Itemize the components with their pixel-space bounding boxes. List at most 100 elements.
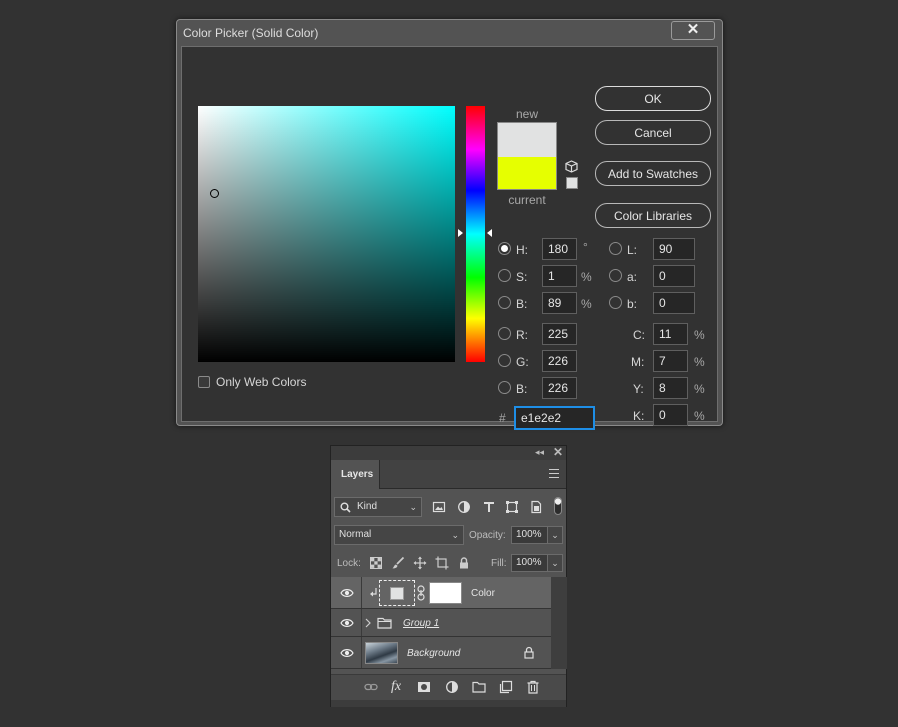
k-input[interactable]: 0: [653, 404, 688, 426]
s-radio[interactable]: [498, 269, 511, 282]
fill-input[interactable]: 100%: [511, 554, 549, 572]
a-radio[interactable]: [609, 269, 622, 282]
g-label: G:: [516, 355, 529, 369]
chevron-down-icon: ⌄: [409, 502, 417, 512]
lock-artboard-icon[interactable]: [435, 556, 449, 570]
lock-all-icon[interactable]: [457, 556, 471, 570]
layer-name[interactable]: Group 1: [403, 618, 439, 629]
layer-row-group-1[interactable]: Group 1: [331, 609, 551, 637]
layer-name[interactable]: Background: [407, 648, 460, 659]
l-input[interactable]: 90: [653, 238, 695, 260]
filter-toggle-icon[interactable]: [553, 496, 563, 516]
k-label: K:: [633, 409, 645, 423]
opacity-chevron-down-icon[interactable]: ⌄: [547, 526, 563, 544]
h-label: H:: [516, 243, 528, 257]
websafe-color-swatch[interactable]: [566, 177, 578, 189]
g-input[interactable]: 226: [542, 350, 577, 372]
ok-button[interactable]: OK: [595, 86, 711, 111]
link-layers-icon[interactable]: [364, 680, 378, 694]
m-input[interactable]: 7: [653, 350, 688, 372]
hue-slider[interactable]: [466, 106, 485, 362]
only-web-colors-label: Only Web Colors: [216, 375, 307, 389]
hue-slider-left-arrow-icon[interactable]: [458, 229, 463, 237]
layer-list-scrollbar[interactable]: [551, 577, 567, 669]
visibility-eye-icon[interactable]: [340, 588, 354, 598]
filter-kind-value: Kind: [357, 501, 378, 512]
h-radio[interactable]: [498, 242, 511, 255]
opacity-input[interactable]: 100%: [511, 526, 549, 544]
g-radio[interactable]: [498, 354, 511, 367]
cancel-button[interactable]: Cancel: [595, 120, 711, 145]
smart-object-filter-icon[interactable]: [529, 500, 543, 514]
r-radio[interactable]: [498, 327, 511, 340]
search-icon: [340, 502, 351, 513]
y-input[interactable]: 8: [653, 377, 688, 399]
blue-radio[interactable]: [498, 381, 511, 394]
a-input[interactable]: 0: [653, 265, 695, 287]
panel-resize-grip[interactable]: [331, 700, 566, 707]
color-field-marker[interactable]: [210, 189, 219, 198]
r-input[interactable]: 225: [542, 323, 577, 345]
fx-icon[interactable]: fx: [391, 679, 409, 694]
l-radio[interactable]: [609, 242, 622, 255]
type-filter-icon[interactable]: [482, 500, 496, 514]
layer-mask-thumbnail[interactable]: [429, 582, 462, 604]
layer-row-background[interactable]: Background: [331, 637, 551, 669]
hex-input[interactable]: e1e2e2: [515, 407, 594, 429]
add-mask-icon[interactable]: [417, 680, 431, 694]
b-unit: %: [581, 297, 592, 311]
blue-input[interactable]: 226: [542, 377, 577, 399]
delete-layer-icon[interactable]: [526, 680, 540, 694]
k-unit: %: [694, 409, 705, 423]
out-of-web-gamut-cube-icon[interactable]: [565, 160, 578, 173]
lab-b-input[interactable]: 0: [653, 292, 695, 314]
layer-name[interactable]: Color: [471, 588, 495, 599]
filter-kind-dropdown[interactable]: Kind ⌄: [334, 497, 422, 517]
fill-chevron-down-icon[interactable]: ⌄: [547, 554, 563, 572]
swatch-current-label: current: [508, 193, 546, 207]
blend-mode-dropdown[interactable]: Normal ⌄: [334, 525, 464, 545]
visibility-eye-icon[interactable]: [340, 618, 354, 628]
chain-link-icon[interactable]: [417, 585, 425, 601]
m-label: M:: [631, 355, 645, 369]
only-web-colors-option[interactable]: Only Web Colors: [198, 375, 306, 389]
color-libraries-button[interactable]: Color Libraries: [595, 203, 711, 228]
close-panel-icon[interactable]: ✕: [553, 445, 563, 459]
lock-icon: [524, 646, 534, 659]
hue-slider-right-arrow-icon[interactable]: [487, 229, 492, 237]
background-thumbnail[interactable]: [365, 642, 398, 664]
b-input[interactable]: 89: [542, 292, 577, 314]
only-web-colors-checkbox[interactable]: [198, 376, 210, 388]
panel-menu-icon[interactable]: [549, 469, 559, 478]
chevron-right-icon[interactable]: [365, 618, 371, 628]
image-filter-icon[interactable]: [432, 500, 446, 514]
b-radio[interactable]: [498, 296, 511, 309]
new-layer-icon[interactable]: [499, 680, 513, 694]
shape-filter-icon[interactable]: [505, 500, 519, 514]
layer-list: Color Group 1 Background: [331, 577, 551, 669]
lock-position-icon[interactable]: [413, 556, 427, 570]
tab-layers[interactable]: Layers: [331, 460, 380, 489]
color-swatch-compare: [497, 122, 557, 190]
layer-row-color[interactable]: Color: [331, 577, 551, 609]
adjustment-filter-icon[interactable]: [457, 500, 471, 514]
y-unit: %: [694, 382, 705, 396]
lock-transparent-pixels-icon[interactable]: [369, 556, 383, 570]
lock-image-pixels-icon[interactable]: [391, 556, 405, 570]
add-to-swatches-button[interactable]: Add to Swatches: [595, 161, 711, 186]
close-button[interactable]: ✕: [671, 21, 715, 40]
fill-layer-thumbnail-frame[interactable]: [379, 580, 415, 606]
h-input[interactable]: 180: [542, 238, 577, 260]
new-group-icon[interactable]: [472, 680, 486, 694]
collapse-panel-icon[interactable]: ◂◂: [535, 447, 544, 458]
swatch-new-label: new: [515, 107, 538, 121]
saturation-brightness-field[interactable]: [198, 106, 455, 362]
current-color-swatch[interactable]: [498, 157, 556, 189]
c-input[interactable]: 11: [653, 323, 688, 345]
lab-b-radio[interactable]: [609, 296, 622, 309]
new-adjustment-icon[interactable]: [445, 680, 459, 694]
dialog-title: Color Picker (Solid Color): [183, 26, 319, 40]
s-input[interactable]: 1: [542, 265, 577, 287]
r-label: R:: [516, 328, 528, 342]
visibility-eye-icon[interactable]: [340, 648, 354, 658]
